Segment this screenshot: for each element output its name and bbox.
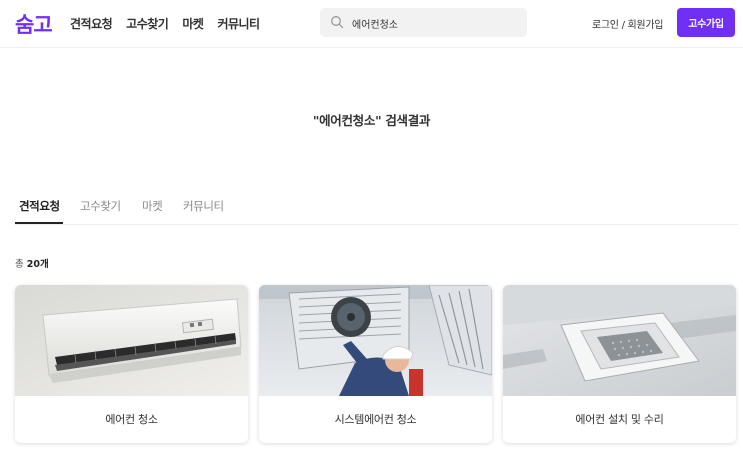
result-count-value: 20개	[26, 259, 49, 270]
tab-community[interactable]: 커뮤니티	[183, 198, 224, 214]
soomgo-logo[interactable]: 숨고	[15, 9, 53, 39]
ceiling-cassette-ac-image	[503, 285, 736, 396]
nav-item-market[interactable]: 마켓	[182, 15, 204, 32]
tab-request-quote[interactable]: 견적요청	[19, 198, 60, 214]
search-result-title: "에어컨청소" 검색결과	[312, 113, 431, 128]
tab-market[interactable]: 마켓	[142, 198, 163, 214]
service-card-system-ac-cleaning[interactable]: 시스템에어컨 청소	[259, 285, 492, 443]
active-tab-indicator	[15, 222, 63, 224]
nav-item-find-pro[interactable]: 고수찾기	[126, 15, 169, 32]
nav-item-request-quote[interactable]: 견적요청	[70, 15, 113, 32]
nav-item-community[interactable]: 커뮤니티	[217, 15, 260, 32]
global-nav: 견적요청 고수찾기 마켓 커뮤니티	[70, 15, 274, 32]
wall-air-conditioner-image	[15, 285, 248, 396]
result-count: 총 20개	[15, 259, 49, 270]
login-signup-link[interactable]: 로그인 / 회원가입	[592, 16, 663, 31]
search-input[interactable]: 에어컨청소	[320, 8, 527, 37]
search-icon	[331, 16, 344, 29]
service-card-ac-install-repair[interactable]: 에어컨 설치 및 수리	[503, 285, 736, 443]
service-card-label: 시스템에어컨 청소	[334, 413, 417, 426]
service-card-label: 에어컨 설치 및 수리	[575, 413, 664, 426]
service-card-label: 에어컨 청소	[105, 413, 158, 426]
search-value: 에어컨청소	[352, 20, 398, 31]
tab-find-pro[interactable]: 고수찾기	[80, 198, 121, 214]
result-tabs: 견적요청 고수찾기 마켓 커뮤니티	[15, 188, 738, 225]
service-card-ac-cleaning[interactable]: 에어컨 청소	[15, 285, 248, 443]
pro-signup-button[interactable]: 고수가입	[677, 8, 735, 37]
site-header: 숨고 견적요청 고수찾기 마켓 커뮤니티 에어컨청소 로그인 / 회원가입 고수…	[0, 0, 743, 48]
technician-cleaning-ceiling-ac-image	[259, 285, 492, 396]
